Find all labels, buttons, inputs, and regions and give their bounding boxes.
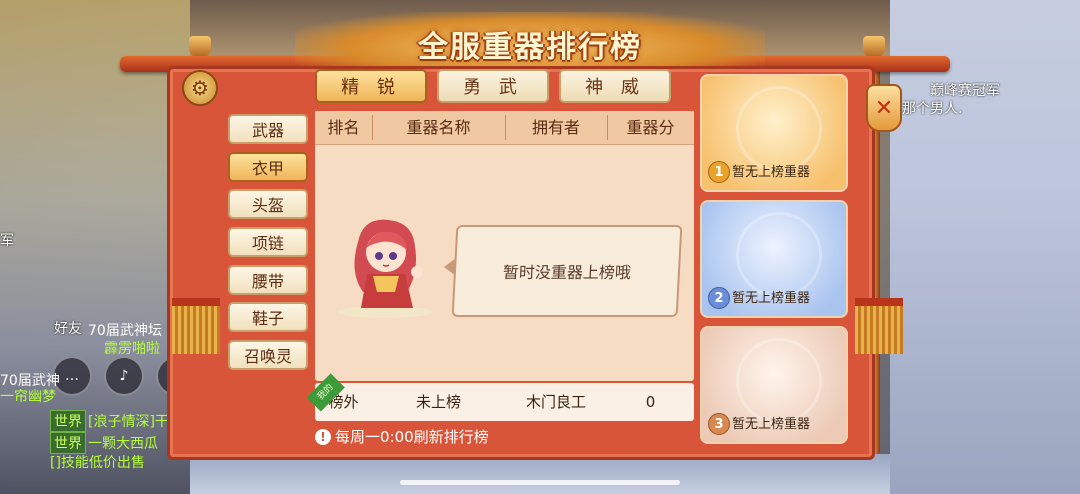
- tassel-left: [172, 306, 220, 354]
- chat-line: 世界 一颗大西瓜: [50, 432, 158, 454]
- my-rank-row: 榜外 未上榜 木门良工 0: [315, 383, 694, 421]
- friend-label[interactable]: 好友: [54, 318, 82, 338]
- empty-message: 暂时没重器上榜哦: [502, 263, 632, 282]
- empty-message-bubble: 暂时没重器上榜哦: [451, 225, 683, 317]
- podium-card-2[interactable]: 2 暂无上榜重器: [700, 200, 848, 318]
- mascot-girl-illustration: [337, 219, 433, 318]
- category-weapon[interactable]: 武器: [228, 114, 308, 144]
- close-icon: ✕: [874, 95, 894, 121]
- info-icon: !: [315, 428, 331, 445]
- refresh-notice-text: 每周一0:00刷新排行榜: [335, 428, 489, 446]
- podium-label: 暂无上榜重器: [732, 291, 811, 306]
- header-rank: 排名: [327, 118, 360, 137]
- my-item: 未上榜: [415, 393, 461, 411]
- refresh-notice: ! 每周一0:00刷新排行榜: [315, 426, 489, 447]
- close-button[interactable]: ✕: [866, 84, 902, 132]
- chat-line: 一帘幽梦: [0, 389, 56, 405]
- bg-label-left: 军: [0, 233, 14, 249]
- podium-label: 暂无上榜重器: [732, 417, 811, 432]
- category-necklace[interactable]: 项链: [228, 227, 308, 257]
- podium-card-1[interactable]: 1 暂无上榜重器: [700, 74, 848, 192]
- bg-label-right-1: 巅峰赛冠军: [930, 83, 1000, 99]
- tab-divine[interactable]: 神 威: [559, 69, 671, 103]
- chat-line: 霹雳啪啦: [104, 341, 160, 357]
- table-header: 排名 重器名称 拥有者 重器分: [315, 111, 694, 145]
- tab-elite[interactable]: 精 锐: [315, 69, 427, 103]
- rank-badge: 1: [708, 161, 730, 183]
- emblem-icon: [736, 338, 822, 424]
- category-shoes[interactable]: 鞋子: [228, 302, 308, 332]
- voice-icon[interactable]: ♪: [104, 356, 144, 396]
- category-belt[interactable]: 腰带: [228, 265, 308, 295]
- tab-brave[interactable]: 勇 武: [437, 69, 549, 103]
- rank-badge: 3: [708, 413, 730, 435]
- settings-gear-icon[interactable]: ⚙: [182, 70, 218, 106]
- header-item-name: 重器名称: [406, 118, 471, 137]
- emblem-icon: [736, 86, 822, 172]
- chat-line: 世界 [浪子情深]干啥: [50, 410, 183, 432]
- chat-text: 一颗大西瓜: [88, 436, 158, 452]
- chat-channel-tag: 世界: [50, 410, 86, 432]
- title-plaque: 全服重器排行榜: [295, 12, 765, 70]
- header-owner: 拥有者: [531, 118, 580, 137]
- my-score: 0: [645, 393, 656, 411]
- my-owner: 木门良工: [525, 393, 586, 411]
- header-score: 重器分: [626, 118, 675, 137]
- pole-cap-left: [189, 36, 211, 58]
- page-title: 全服重器排行榜: [418, 30, 642, 65]
- game-scene-bottom: [190, 454, 890, 494]
- category-armor[interactable]: 衣甲: [228, 152, 308, 182]
- home-indicator[interactable]: [400, 480, 680, 485]
- rank-badge: 2: [708, 287, 730, 309]
- emblem-icon: [736, 212, 822, 298]
- chat-line: []技能低价出售: [50, 455, 145, 471]
- game-scene-right: [890, 0, 1080, 494]
- chat-line: 70届武神坛: [88, 323, 162, 339]
- tassel-right: [855, 306, 903, 354]
- podium-card-3[interactable]: 3 暂无上榜重器: [700, 326, 848, 444]
- category-helmet[interactable]: 头盔: [228, 189, 308, 219]
- bg-label-right-2: 那个男人.: [902, 101, 963, 117]
- chat-channel-tag: 世界: [50, 432, 86, 454]
- pole-cap-right: [863, 36, 885, 58]
- category-summon[interactable]: 召唤灵: [228, 340, 308, 370]
- podium-label: 暂无上榜重器: [732, 165, 811, 180]
